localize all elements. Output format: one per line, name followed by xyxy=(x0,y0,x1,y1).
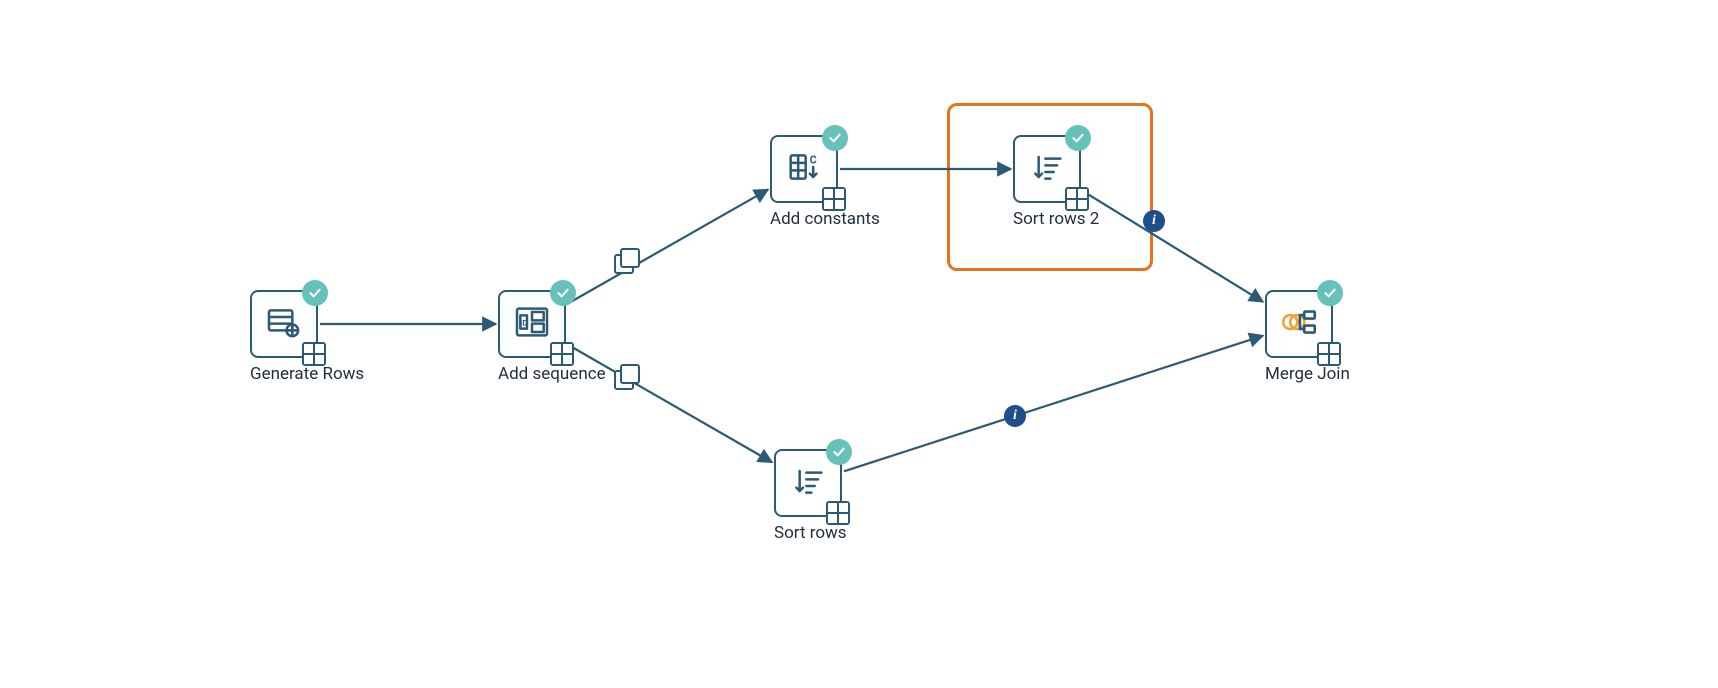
data-preview-icon[interactable] xyxy=(550,342,574,366)
edge-sort_rows-to-merge_join[interactable] xyxy=(844,336,1263,472)
info-hop-icon[interactable]: i xyxy=(1004,405,1026,427)
node-generate-rows[interactable]: Generate Rows xyxy=(250,290,318,384)
node-label: Generate Rows xyxy=(250,364,318,384)
status-success-icon xyxy=(822,125,848,151)
data-preview-icon[interactable] xyxy=(826,501,850,525)
node-sort-rows-2[interactable]: Sort rows 2 xyxy=(1013,135,1081,229)
node-box[interactable]: ID xyxy=(498,290,566,358)
node-sort-rows[interactable]: Sort rows xyxy=(774,449,842,543)
node-label: Sort rows xyxy=(774,523,842,543)
node-box[interactable] xyxy=(250,290,318,358)
add-sequence-icon: ID xyxy=(512,302,552,346)
node-add-constants[interactable]: C Add constants xyxy=(770,135,838,229)
node-box[interactable] xyxy=(1013,135,1081,203)
node-box[interactable]: C xyxy=(770,135,838,203)
sort-rows-icon xyxy=(1027,147,1067,191)
status-success-icon xyxy=(1065,125,1091,151)
node-box[interactable] xyxy=(1265,290,1333,358)
node-add-sequence[interactable]: ID Add sequence xyxy=(498,290,566,384)
add-constants-icon: C xyxy=(784,147,824,191)
copy-hop-icon[interactable] xyxy=(614,248,638,272)
edge-add_sequence-to-add_constants[interactable] xyxy=(568,190,768,304)
node-merge-join[interactable]: Merge Join xyxy=(1265,290,1333,384)
info-hop-icon[interactable]: i xyxy=(1143,210,1165,232)
node-label: Add constants xyxy=(770,209,838,229)
node-label: Sort rows 2 xyxy=(1013,209,1081,229)
status-success-icon xyxy=(1317,280,1343,306)
copy-hop-icon[interactable] xyxy=(614,364,638,388)
status-success-icon xyxy=(550,280,576,306)
svg-text:C: C xyxy=(810,154,817,167)
generate-rows-icon xyxy=(264,302,304,346)
node-label: Merge Join xyxy=(1265,364,1333,384)
data-preview-icon[interactable] xyxy=(302,342,326,366)
data-preview-icon[interactable] xyxy=(822,187,846,211)
workflow-canvas[interactable]: Generate Rows ID Add sequence C Add cons… xyxy=(0,0,1718,688)
status-success-icon xyxy=(302,280,328,306)
node-box[interactable] xyxy=(774,449,842,517)
sort-rows-icon xyxy=(788,461,828,505)
status-success-icon xyxy=(826,439,852,465)
merge-join-icon xyxy=(1278,301,1320,347)
node-label: Add sequence xyxy=(498,364,566,384)
data-preview-icon[interactable] xyxy=(1065,187,1089,211)
data-preview-icon[interactable] xyxy=(1317,342,1341,366)
svg-text:ID: ID xyxy=(520,318,527,327)
edge-add_sequence-to-sort_rows[interactable] xyxy=(568,345,772,463)
